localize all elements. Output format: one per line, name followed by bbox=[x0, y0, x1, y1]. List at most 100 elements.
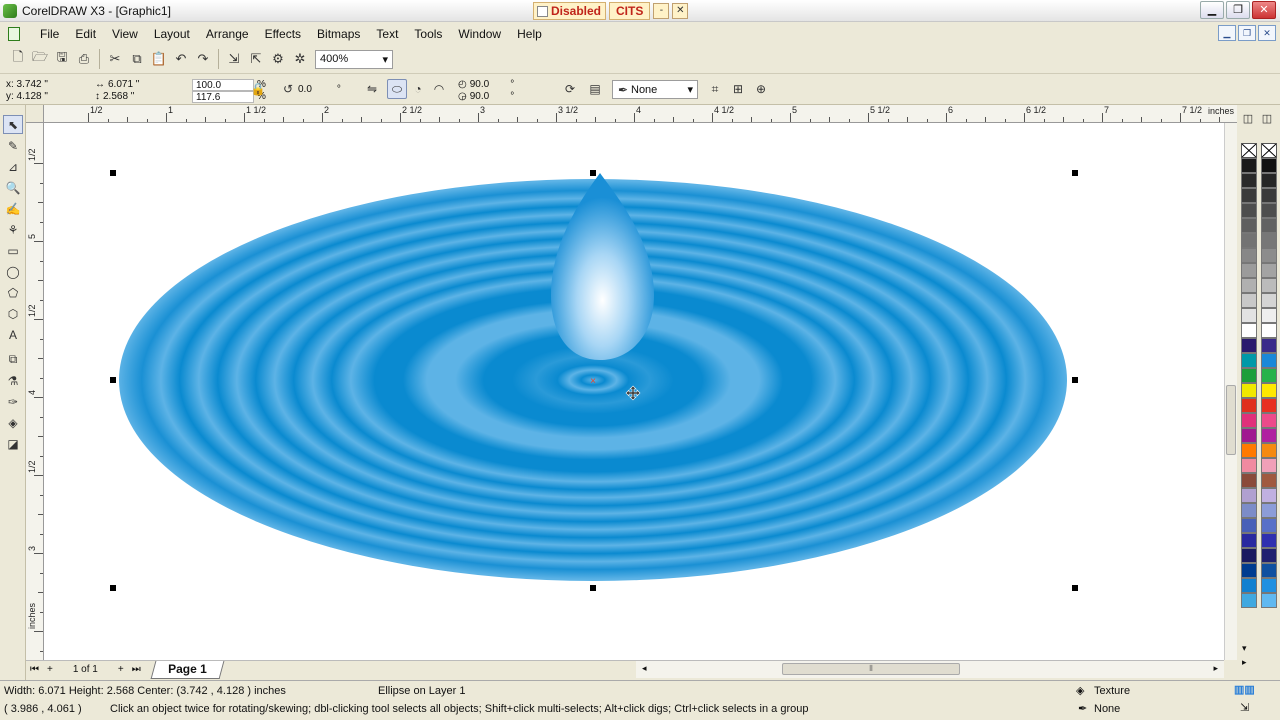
y-position-field[interactable]: y: 4.128 " bbox=[6, 91, 48, 103]
color-swatch[interactable] bbox=[1241, 353, 1257, 368]
color-swatch[interactable] bbox=[1241, 293, 1257, 308]
color-swatch[interactable] bbox=[1261, 443, 1277, 458]
menu-tools[interactable]: Tools bbox=[406, 27, 450, 41]
freehand-tool-icon[interactable]: ✍ bbox=[3, 199, 23, 218]
first-page-icon[interactable]: ⏮ bbox=[26, 664, 43, 675]
disabled-checkbox[interactable]: Disabled bbox=[533, 2, 607, 20]
menu-help[interactable]: Help bbox=[509, 27, 550, 41]
convert-to-curves-icon[interactable]: ⌗ bbox=[705, 79, 725, 99]
save-icon[interactable]: 🖫 bbox=[52, 49, 72, 69]
copy-icon[interactable]: ⧉ bbox=[127, 49, 147, 69]
page-tab-1[interactable]: Page 1 bbox=[150, 660, 224, 679]
smart-fill-tool-icon[interactable]: ⚘ bbox=[3, 220, 23, 239]
import-icon[interactable]: ⇲ bbox=[224, 49, 244, 69]
status-fill[interactable]: Texture bbox=[1094, 685, 1130, 697]
new-icon[interactable]: 🗋 bbox=[8, 49, 28, 69]
color-swatch[interactable] bbox=[1241, 593, 1257, 608]
menu-bitmaps[interactable]: Bitmaps bbox=[309, 27, 368, 41]
color-swatch[interactable] bbox=[1241, 488, 1257, 503]
color-swatch[interactable] bbox=[1261, 218, 1277, 233]
color-swatch[interactable] bbox=[1241, 338, 1257, 353]
rotation-icon[interactable]: ↺ bbox=[278, 79, 298, 99]
color-swatch[interactable] bbox=[1261, 503, 1277, 518]
color-swatch[interactable] bbox=[1261, 263, 1277, 278]
color-swatch[interactable] bbox=[1241, 278, 1257, 293]
start-angle-field[interactable]: 90.0 bbox=[470, 79, 489, 91]
color-swatch[interactable] bbox=[1241, 308, 1257, 323]
export-icon[interactable]: ⇱ bbox=[246, 49, 266, 69]
docker-icon[interactable]: ◫ bbox=[1240, 110, 1256, 126]
ellipse-icon[interactable]: ⬭ bbox=[387, 79, 407, 99]
print-icon[interactable]: ⎙ bbox=[74, 49, 94, 69]
width-field[interactable]: 6.071 " bbox=[108, 79, 139, 91]
color-swatch[interactable] bbox=[1241, 368, 1257, 383]
color-swatch[interactable] bbox=[1261, 473, 1277, 488]
menu-arrange[interactable]: Arrange bbox=[198, 27, 257, 41]
color-swatch[interactable] bbox=[1261, 398, 1277, 413]
scroll-right-icon[interactable]: ▸ bbox=[1213, 663, 1218, 674]
ext-minimize-icon[interactable]: - bbox=[653, 3, 670, 19]
cut-icon[interactable]: ✂ bbox=[105, 49, 125, 69]
ext-close-icon[interactable]: ✕ bbox=[672, 3, 689, 19]
status-outline[interactable]: None bbox=[1094, 703, 1120, 715]
doc-restore-icon[interactable]: ❐ bbox=[1238, 25, 1256, 41]
color-swatch[interactable] bbox=[1261, 428, 1277, 443]
scroll-left-icon[interactable]: ◂ bbox=[642, 663, 647, 674]
color-swatch[interactable] bbox=[1261, 413, 1277, 428]
no-fill-swatch[interactable] bbox=[1241, 143, 1257, 158]
color-swatch[interactable] bbox=[1261, 368, 1277, 383]
palette-expand-icon[interactable]: ▸ bbox=[1242, 657, 1247, 668]
color-swatch[interactable] bbox=[1241, 473, 1257, 488]
color-swatch[interactable] bbox=[1241, 518, 1257, 533]
color-swatch[interactable] bbox=[1261, 308, 1277, 323]
ruler-origin[interactable] bbox=[26, 105, 44, 123]
drawing-canvas[interactable]: × bbox=[44, 123, 1224, 660]
docker-icon-2[interactable]: ◫ bbox=[1259, 110, 1275, 126]
height-field[interactable]: 2.568 " bbox=[103, 91, 134, 103]
cits-label[interactable]: CITS bbox=[609, 2, 651, 20]
color-swatch[interactable] bbox=[1261, 293, 1277, 308]
outline-tool-icon[interactable]: ✑ bbox=[3, 392, 23, 411]
lock-ratio-icon[interactable]: 🔒 bbox=[248, 79, 268, 99]
restore-icon[interactable]: ❐ bbox=[1226, 1, 1250, 19]
undo-icon[interactable]: ↶ bbox=[171, 49, 191, 69]
color-swatch[interactable] bbox=[1241, 218, 1257, 233]
mirror-icon[interactable]: ⇋ bbox=[362, 79, 382, 99]
ellipse-tool-icon[interactable]: ◯ bbox=[3, 262, 23, 281]
minimize-icon[interactable]: ▁ bbox=[1200, 1, 1224, 19]
document-icon[interactable] bbox=[8, 26, 20, 41]
menu-edit[interactable]: Edit bbox=[67, 27, 104, 41]
vertical-scroll-thumb[interactable] bbox=[1226, 385, 1236, 455]
color-swatch[interactable] bbox=[1261, 158, 1277, 173]
color-swatch[interactable] bbox=[1241, 158, 1257, 173]
color-swatch[interactable] bbox=[1261, 278, 1277, 293]
break-apart-icon[interactable]: ⊞ bbox=[728, 79, 748, 99]
scale-y-field[interactable]: 117.6 bbox=[192, 91, 254, 103]
doc-minimize-icon[interactable]: ▁ bbox=[1218, 25, 1236, 41]
color-swatch[interactable] bbox=[1241, 578, 1257, 593]
interactive-fill-tool-icon[interactable]: ◪ bbox=[3, 434, 23, 453]
color-swatch[interactable] bbox=[1261, 578, 1277, 593]
welcome-screen-icon[interactable]: ✲ bbox=[290, 49, 310, 69]
add-page-after-icon[interactable]: + bbox=[114, 664, 128, 675]
end-angle-field[interactable]: 90.0 bbox=[470, 91, 489, 103]
color-swatch[interactable] bbox=[1241, 173, 1257, 188]
eyedropper-tool-icon[interactable]: ⚗ bbox=[3, 371, 23, 390]
color-swatch[interactable] bbox=[1241, 503, 1257, 518]
color-swatch[interactable] bbox=[1261, 248, 1277, 263]
horizontal-scroll-thumb[interactable]: ⦀ bbox=[782, 663, 960, 675]
menu-file[interactable]: File bbox=[32, 27, 67, 41]
pie-icon[interactable]: ◔ bbox=[408, 79, 428, 99]
color-swatch[interactable] bbox=[1261, 533, 1277, 548]
menu-view[interactable]: View bbox=[104, 27, 146, 41]
color-swatch[interactable] bbox=[1241, 383, 1257, 398]
palette-scroll-down-icon[interactable]: ▾ bbox=[1242, 643, 1247, 654]
coreldraw-app-icon[interactable] bbox=[3, 3, 17, 18]
rectangle-tool-icon[interactable]: ▭ bbox=[3, 241, 23, 260]
color-swatch[interactable] bbox=[1261, 518, 1277, 533]
color-swatch[interactable] bbox=[1261, 563, 1277, 578]
redo-icon[interactable]: ↷ bbox=[193, 49, 213, 69]
menu-layout[interactable]: Layout bbox=[146, 27, 198, 41]
color-swatch[interactable] bbox=[1241, 233, 1257, 248]
vertical-ruler[interactable]: 1/2 5 1/2 4 1/2 3 inches bbox=[26, 123, 44, 660]
